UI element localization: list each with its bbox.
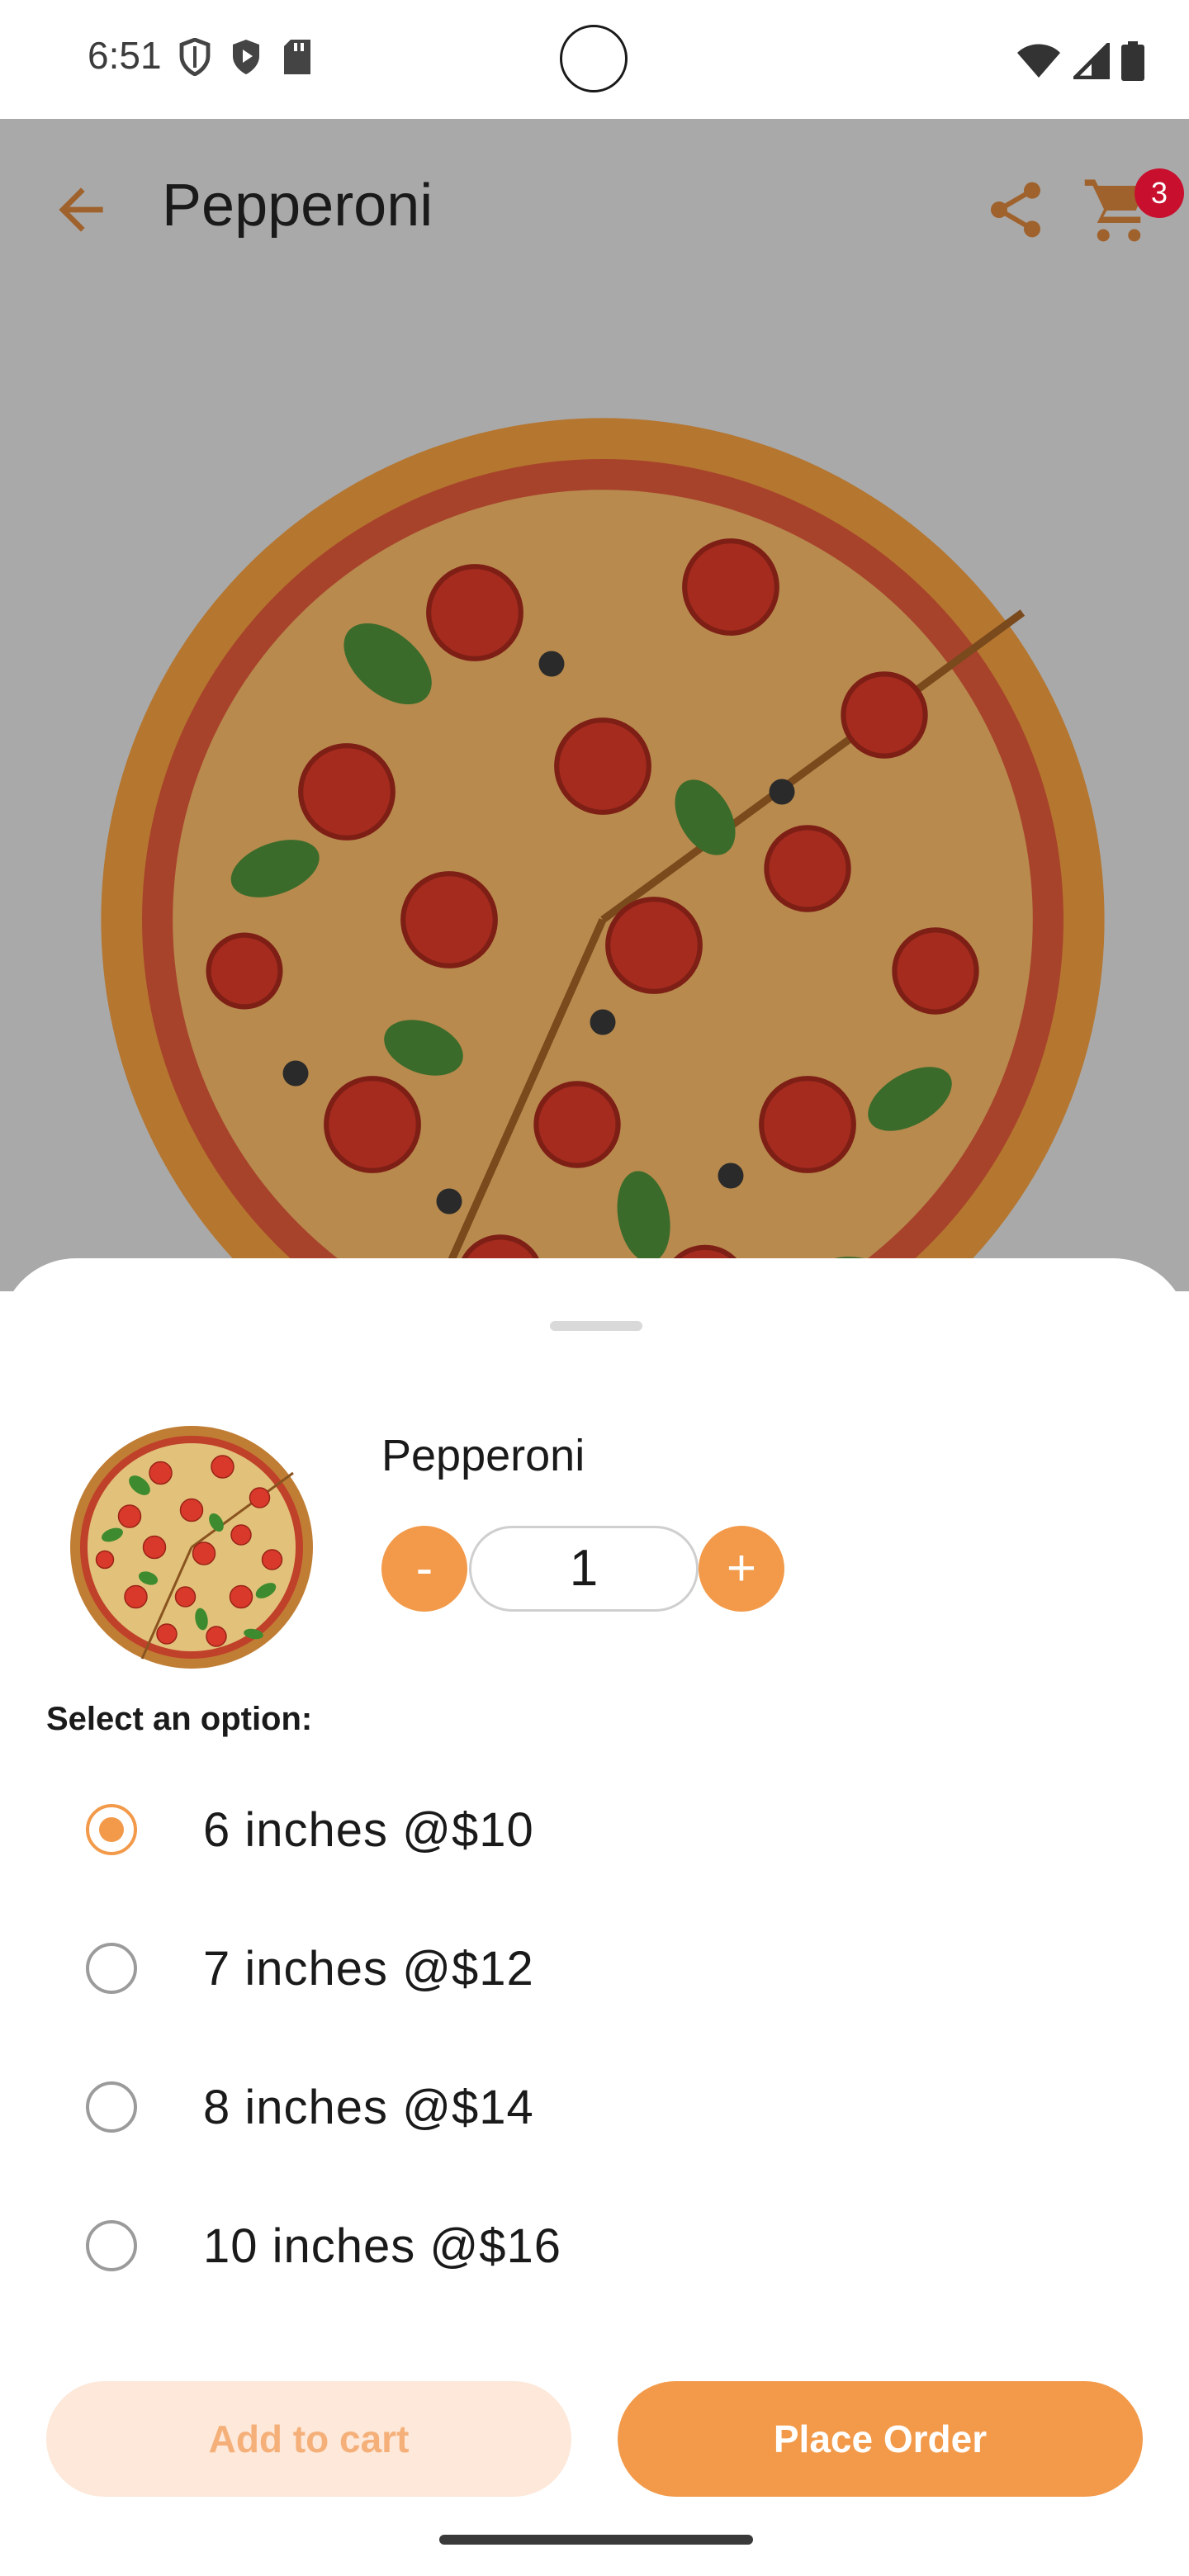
cellular-signal-icon — [1070, 40, 1111, 83]
page-title: Pepperoni — [162, 173, 433, 239]
radio-selected-icon[interactable] — [86, 1804, 137, 1855]
option-label: 8 inches @$14 — [203, 2080, 534, 2134]
increase-quantity-button[interactable]: + — [699, 1526, 784, 1612]
add-to-cart-button[interactable]: Add to cart — [46, 2381, 571, 2497]
status-icons-left — [178, 37, 314, 80]
product-hero: Pepperoni 3 — [0, 119, 1189, 1291]
status-icons-right — [1016, 40, 1144, 85]
status-bar: 6:51 — [0, 0, 1189, 119]
option-7-inches[interactable]: 7 inches @$12 — [46, 1914, 1144, 2023]
product-name: Pepperoni — [381, 1431, 585, 1480]
share-icon — [991, 182, 1040, 238]
option-label: 10 inches @$16 — [203, 2218, 562, 2273]
option-6-inches[interactable]: 6 inches @$10 — [46, 1775, 1144, 1884]
share-button[interactable] — [983, 177, 1049, 243]
play-shield-icon — [230, 38, 263, 80]
option-label: 7 inches @$12 — [203, 1941, 534, 1996]
option-8-inches[interactable]: 8 inches @$14 — [46, 2053, 1144, 2162]
camera-cutout — [560, 25, 628, 92]
wifi-icon — [1016, 43, 1062, 83]
sd-card-icon — [281, 38, 314, 80]
status-time: 6:51 — [88, 34, 162, 77]
app-bar: Pepperoni 3 — [0, 119, 1189, 304]
drag-handle[interactable] — [550, 1321, 642, 1331]
option-10-inches[interactable]: 10 inches @$16 — [46, 2191, 1144, 2300]
options-label: Select an option: — [46, 1701, 313, 1737]
product-options-sheet: Pepperoni - 1 + Select an option: 6 inch… — [0, 1258, 1189, 2576]
place-order-button[interactable]: Place Order — [618, 2381, 1143, 2497]
home-indicator[interactable] — [439, 2535, 753, 2545]
radio-unselected-icon[interactable] — [86, 2220, 137, 2271]
quantity-field[interactable]: 1 — [469, 1526, 699, 1612]
battery-icon — [1121, 41, 1144, 85]
product-thumbnail — [70, 1426, 313, 1669]
decrease-quantity-button[interactable]: - — [381, 1526, 467, 1612]
option-label: 6 inches @$10 — [203, 1802, 534, 1857]
pizza-image — [101, 418, 1105, 1291]
arrow-left-icon — [59, 187, 103, 232]
radio-unselected-icon[interactable] — [86, 1943, 137, 1994]
cart-badge: 3 — [1135, 168, 1184, 218]
shield-icon — [178, 37, 211, 80]
back-button[interactable] — [48, 177, 114, 243]
radio-unselected-icon[interactable] — [86, 2081, 137, 2133]
